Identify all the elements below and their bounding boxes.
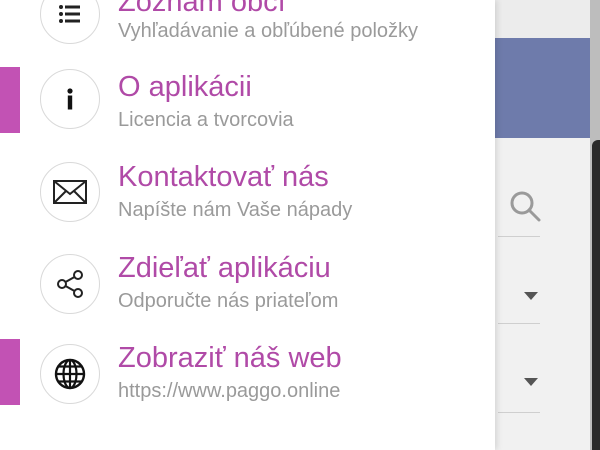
share-icon bbox=[40, 254, 100, 314]
menu-item-subtitle: Licencia a tvorcovia bbox=[118, 109, 294, 131]
menu-item-title: Zdieľať aplikáciu bbox=[118, 252, 331, 284]
menu-item-title: Zoznam obcí bbox=[118, 0, 286, 18]
menu-item-title: O aplikácii bbox=[118, 71, 252, 103]
selected-indicator bbox=[0, 339, 20, 405]
menu-item-website[interactable]: Zobraziť náš web https://www.paggo.onlin… bbox=[0, 339, 495, 432]
menu-item-about[interactable]: O aplikácii Licencia a tvorcovia bbox=[0, 67, 495, 160]
selected-indicator bbox=[0, 67, 20, 133]
menu-item-subtitle: Napíšte nám Vaše nápady bbox=[118, 199, 353, 221]
divider bbox=[498, 323, 540, 324]
menu-item-title: Zobraziť náš web bbox=[118, 342, 342, 374]
menu-item-contact[interactable]: Kontaktovať nás Napíšte nám Vaše nápady bbox=[0, 160, 495, 250]
menu-item-subtitle: Vyhľadávanie a obľúbené položky bbox=[118, 20, 419, 42]
app-content bbox=[495, 138, 590, 450]
divider bbox=[498, 236, 540, 237]
dropdown-caret-icon[interactable] bbox=[524, 378, 538, 386]
search-icon[interactable] bbox=[505, 186, 545, 226]
device-edge bbox=[592, 140, 600, 450]
divider bbox=[498, 412, 540, 413]
menu-item-subtitle: https://www.paggo.online bbox=[118, 380, 341, 402]
list-icon bbox=[40, 0, 100, 44]
dropdown-caret-icon[interactable] bbox=[524, 292, 538, 300]
menu-item-title: Kontaktovať nás bbox=[118, 161, 329, 193]
app-header-bar bbox=[495, 38, 590, 138]
envelope-icon bbox=[40, 162, 100, 222]
menu-item-share[interactable]: Zdieľať aplikáciu Odporučte nás priateľo… bbox=[0, 252, 495, 342]
globe-icon bbox=[40, 344, 100, 404]
menu-item-municipality-list[interactable]: Zoznam obcí Vyhľadávanie a obľúbené polo… bbox=[0, 0, 495, 48]
menu-item-subtitle: Odporučte nás priateľom bbox=[118, 290, 339, 312]
navigation-drawer: Zoznam obcí Vyhľadávanie a obľúbené polo… bbox=[0, 0, 495, 450]
info-icon bbox=[40, 69, 100, 129]
